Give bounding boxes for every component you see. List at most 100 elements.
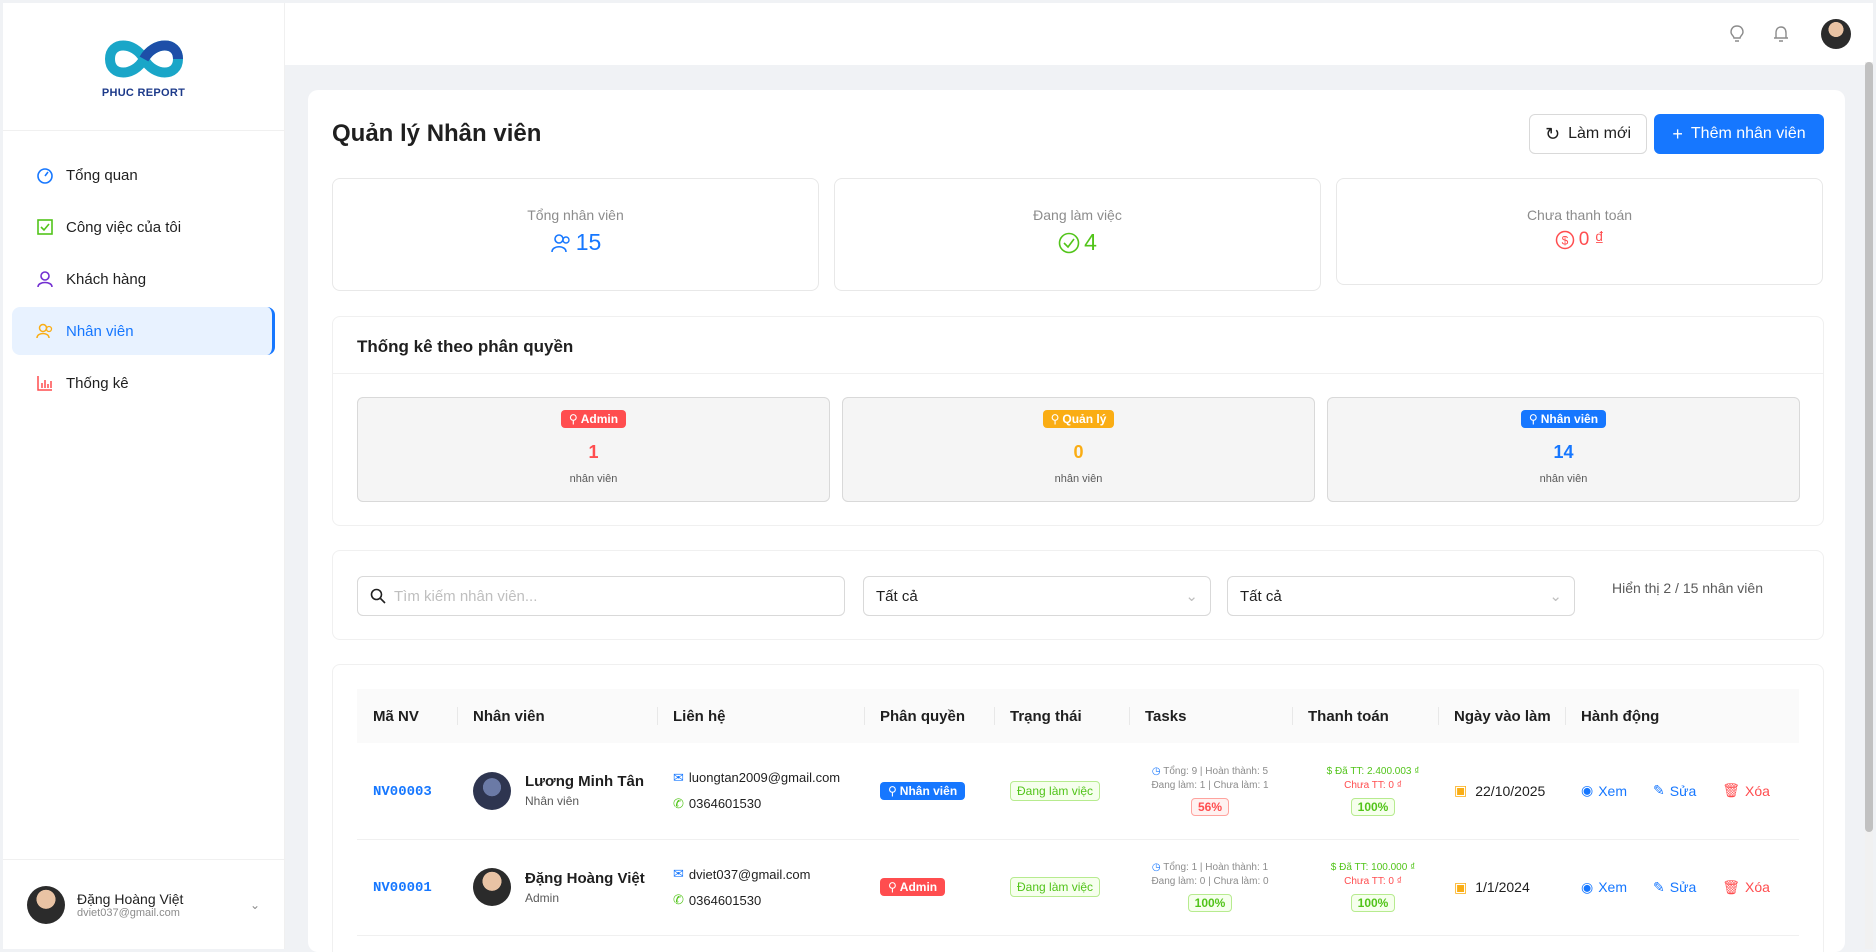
calendar-icon: ▣ [1454,782,1468,799]
stat-total-employees: Tổng nhân viên 15 [332,178,819,291]
chevron-down-icon[interactable]: ⌄ [250,898,260,912]
key-icon: ⚲ [888,880,897,894]
dollar-circle-icon: $ [1326,765,1333,777]
bell-icon[interactable] [1773,25,1789,47]
role-count: 14 [1553,442,1574,462]
sidebar-item-employees[interactable]: Nhân viên [12,307,275,355]
view-button[interactable]: ◉ Xem [1581,782,1627,799]
phone-icon: ✆ [673,892,684,907]
edit-button[interactable]: ✎ Sửa [1653,782,1696,799]
tasks-progress: Đang làm: 0 | Chưa làm: 0 [1151,876,1269,887]
status-badge: Đang làm việc [1010,877,1101,897]
brand-logo[interactable]: PHUC REPORT [3,3,284,131]
sidebar-item-statistics[interactable]: Thống kê [12,359,275,407]
column-header[interactable]: Thanh toán [1292,689,1438,743]
tasks-progress: Đang làm: 1 | Chưa làm: 1 [1151,779,1269,791]
stat-label: Đang làm việc [1033,207,1122,223]
sidebar-item-label: Công việc của tôi [66,218,182,236]
sidebar-item-overview[interactable]: Tổng quan [12,151,275,199]
stat-label: Tổng nhân viên [527,207,624,223]
employee-email: dviet037@gmail.com [688,866,811,882]
infinity-logo-icon [104,40,183,77]
header-avatar[interactable] [1821,19,1851,49]
plus-icon: + [1672,123,1683,144]
employee-role: Admin [525,890,560,905]
payment-percent-badge: 100% [1350,894,1396,912]
table-header-row: Mã NV Nhân viên Liên hệ Phân quyền Trạng… [357,689,1799,743]
bar-chart-icon [36,374,54,392]
sidebar-item-label: Tổng quan [66,166,138,184]
employee-role: Nhân viên [525,794,580,809]
sidebar-item-my-tasks[interactable]: Công việc của tôi [12,203,275,251]
column-header[interactable]: Nhân viên [457,689,657,743]
result-count: Hiển thị 2 / 15 nhân viên [1612,580,1763,596]
chevron-down-icon: ⌄ [1549,588,1562,605]
svg-text:$: $ [1561,234,1568,248]
view-button[interactable]: ◉ Xem [1581,879,1627,896]
add-employee-button[interactable]: + Thêm nhân viên [1654,114,1824,154]
delete-button[interactable]: 🗑 Xóa [1722,879,1770,896]
dashboard-icon [36,166,54,184]
role-count: 0 [1073,442,1084,462]
select-value: Tất cả [1240,587,1282,605]
permission-label: Nhân viên [899,783,958,798]
delete-label: Xóa [1745,879,1770,895]
stat-value: 4 [1084,229,1097,255]
user-profile[interactable]: Đặng Hoàng Việt dviet037@gmail.com ⌄ [3,859,284,949]
page-scrollbar[interactable] [1865,62,1873,949]
tasks-percent-badge: 56% [1190,797,1230,816]
role-filter-select[interactable]: Tất cả ⌄ [863,576,1211,616]
permission-tag: ⚲ Admin [880,878,946,896]
permission-label: Admin [899,880,938,894]
clock-icon: ◷ [1151,765,1161,777]
avatar [473,771,511,810]
trash-icon: 🗑 [1722,782,1741,799]
employee-code-link[interactable]: NV00001 [373,880,432,896]
edit-label: Sửa [1669,782,1697,799]
employee-phone: 0364601530 [688,892,762,908]
refresh-label: Làm mới [1568,125,1632,142]
permission-stats-title: Thống kê theo phân quyền [333,317,1823,374]
delete-button[interactable]: 🗑 Xóa [1722,782,1770,799]
user-icon [36,270,54,288]
dollar-circle-icon: $ [1555,230,1574,250]
employee-email: luongtan2009@gmail.com [688,770,841,786]
stat-value: 15 [575,229,602,255]
role-tag-label: Nhân viên [1540,412,1599,426]
search-box[interactable] [357,576,845,616]
sidebar-item-label: Thống kê [66,374,129,392]
delete-label: Xóa [1745,782,1770,799]
sidebar-item-customers[interactable]: Khách hàng [12,255,275,303]
role-tag: ⚲ Admin [560,410,627,428]
column-header[interactable]: Tasks [1129,689,1292,743]
avatar [27,885,65,924]
search-input[interactable] [394,587,814,605]
team-icon [550,233,570,252]
eye-icon: ◉ [1581,782,1594,799]
edit-icon: ✎ [1653,878,1665,895]
phone-icon: ✆ [673,795,684,811]
check-circle-icon [1058,232,1080,253]
column-header[interactable]: Liên hệ [657,689,864,743]
paid-amount: Đã TT: 2.400.003 ₫ [1334,765,1420,777]
edit-icon: ✎ [1653,782,1665,799]
column-header[interactable]: Trạng thái [994,689,1129,743]
permission-box-staff: ⚲ Nhân viên 14 nhân viên [1327,397,1800,502]
edit-button[interactable]: ✎ Sửa [1653,879,1696,896]
column-header[interactable]: Hành động [1565,689,1799,743]
start-date: 1/1/2024 [1475,879,1530,895]
main-content: Quản lý Nhân viên ↻ Làm mới + Thêm nhân … [308,90,1845,952]
chevron-down-icon: ⌄ [1185,588,1198,605]
column-header[interactable]: Phân quyền [864,689,994,743]
eye-icon: ◉ [1581,878,1594,895]
key-icon: ⚲ [1050,412,1060,426]
refresh-button[interactable]: ↻ Làm mới [1529,114,1647,154]
status-filter-select[interactable]: Tất cả ⌄ [1227,576,1575,616]
column-header[interactable]: Mã NV [357,689,457,743]
role-unit: nhân viên [569,473,618,485]
employee-code-link[interactable]: NV00003 [373,784,432,800]
view-label: Xem [1598,782,1628,799]
sidebar: PHUC REPORT Tổng quan Công việc của tôi … [3,3,285,949]
lightbulb-icon[interactable] [1729,25,1745,47]
column-header[interactable]: Ngày vào làm [1438,689,1565,743]
